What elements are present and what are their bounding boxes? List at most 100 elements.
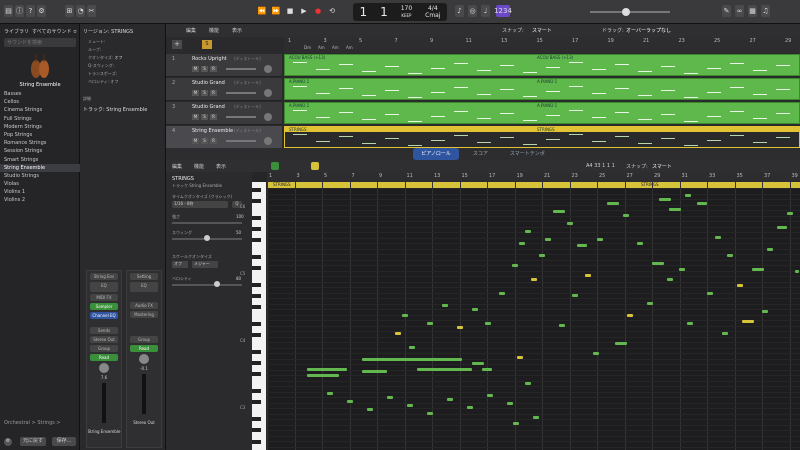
- black-key[interactable]: [252, 428, 261, 433]
- midi-note[interactable]: [667, 278, 673, 281]
- midi-note[interactable]: [472, 308, 478, 311]
- library-item[interactable]: Basses: [0, 90, 80, 98]
- midi-note[interactable]: [637, 242, 643, 245]
- black-key[interactable]: [252, 266, 261, 270]
- volume-fader[interactable]: [142, 374, 146, 414]
- eq-slot[interactable]: EQ: [130, 282, 158, 292]
- master-volume-knob[interactable]: [622, 8, 630, 16]
- library-item[interactable]: Modern Strings: [0, 123, 80, 131]
- track-header[interactable]: 3 Studio Grand (ディストール) M S R: [166, 102, 282, 125]
- midi-note[interactable]: [402, 314, 408, 317]
- inspector-icon[interactable]: ⓘ: [15, 5, 24, 17]
- midi-note[interactable]: [722, 332, 728, 335]
- edit-menu[interactable]: 編集: [186, 27, 196, 34]
- midi-note[interactable]: [559, 324, 565, 327]
- editors-icon[interactable]: ✂: [87, 5, 96, 17]
- bar-ruler[interactable]: 1 3 5 7 9 11 13 15 17 19 21 23 25 27 29 Dm Am Am Am: [284, 37, 800, 53]
- midi-note[interactable]: [307, 374, 339, 377]
- black-key[interactable]: [252, 350, 261, 354]
- midi-note[interactable]: [623, 214, 629, 217]
- midi-note[interactable]: [685, 194, 691, 197]
- midi-note[interactable]: [742, 320, 754, 323]
- save-button[interactable]: 保存...: [52, 437, 76, 446]
- midi-note[interactable]: [362, 370, 387, 373]
- midi-note[interactable]: [697, 202, 707, 205]
- region[interactable]: A.PIANO 1 A.PIANO 1: [284, 78, 800, 100]
- editor-tab[interactable]: スコア: [465, 148, 496, 160]
- region[interactable]: ACOU BASS (+13) ACOU BASS (+13): [284, 54, 800, 76]
- mastering-slot[interactable]: Mastering: [130, 311, 158, 318]
- setting-slot[interactable]: String Ens: [90, 273, 118, 280]
- settings-icon[interactable]: ⚙: [4, 438, 12, 446]
- solo-button[interactable]: S: [201, 114, 208, 120]
- black-key[interactable]: [252, 439, 261, 444]
- midi-note[interactable]: [545, 238, 551, 241]
- track-header[interactable]: 4 String Ensemble (ディストール) M S R: [166, 126, 282, 149]
- output-slot[interactable]: Stereo Out: [90, 336, 118, 343]
- midi-note[interactable]: [659, 198, 671, 201]
- midi-note[interactable]: [395, 332, 401, 335]
- track-inspector-title[interactable]: トラック: String Ensemble: [83, 106, 147, 113]
- library-search-input[interactable]: [4, 38, 76, 47]
- midi-note[interactable]: [669, 208, 681, 211]
- revert-button[interactable]: 元に戻す: [20, 437, 46, 446]
- black-key[interactable]: [252, 305, 261, 310]
- midi-note[interactable]: [367, 408, 373, 411]
- lcd-badge[interactable]: 1234: [494, 5, 512, 17]
- browser-icon[interactable]: ▦: [748, 5, 757, 17]
- lcd-display[interactable]: 1 1 170 KEEP 4/4 Cmaj: [353, 3, 447, 21]
- midi-note[interactable]: [627, 314, 633, 317]
- catch-icon[interactable]: [311, 162, 319, 170]
- solo-button[interactable]: S: [201, 138, 208, 144]
- midi-note[interactable]: [512, 264, 518, 267]
- swing-knob[interactable]: [204, 235, 210, 241]
- midi-note[interactable]: [727, 254, 733, 257]
- volume-fader[interactable]: [102, 383, 106, 423]
- piano-ruler[interactable]: 1 3 5 7 9 11 13 15 17 19 21 23 25 27 29 31 33 35 37 39: [267, 172, 800, 182]
- record-icon[interactable]: ●: [312, 5, 324, 17]
- library-item[interactable]: Smart Strings: [0, 156, 80, 164]
- black-key[interactable]: [252, 238, 261, 242]
- audio-fx-slot[interactable]: Audio FX: [130, 302, 158, 309]
- midi-note[interactable]: [795, 270, 799, 273]
- track-volume-slider[interactable]: [226, 92, 256, 94]
- automation-mode[interactable]: Read: [130, 345, 158, 352]
- midi-note[interactable]: [447, 398, 453, 401]
- library-item[interactable]: Violins 2: [0, 196, 80, 204]
- tuner-icon[interactable]: ♪: [455, 5, 464, 17]
- black-key[interactable]: [252, 282, 261, 287]
- media-icon[interactable]: ♫: [761, 5, 770, 17]
- region-inspector-title[interactable]: リージョン: STRINGS: [83, 28, 133, 35]
- all-sounds-tab[interactable]: すべてのサウンド ≎: [32, 28, 77, 35]
- midi-note[interactable]: [362, 358, 422, 361]
- mute-button[interactable]: M: [192, 66, 199, 72]
- master-volume-slider[interactable]: [590, 11, 670, 13]
- midi-note[interactable]: [457, 326, 463, 329]
- midi-note[interactable]: [427, 322, 433, 325]
- midi-note[interactable]: [407, 404, 413, 407]
- library-tab[interactable]: ライブラリ: [4, 28, 29, 35]
- track-header[interactable]: 2 Studio Grand (ディストール) M S R: [166, 78, 282, 101]
- library-item[interactable]: Cinema Strings: [0, 106, 80, 114]
- midi-note[interactable]: [577, 244, 587, 247]
- add-track-icon[interactable]: +: [172, 40, 182, 49]
- black-key[interactable]: [252, 226, 261, 231]
- midi-note[interactable]: [597, 238, 603, 241]
- solo-button[interactable]: S: [201, 66, 208, 72]
- mute-button[interactable]: M: [192, 138, 199, 144]
- midi-note[interactable]: [487, 394, 493, 397]
- instrument-slot[interactable]: Sampler: [90, 303, 118, 310]
- midi-note[interactable]: [417, 358, 462, 361]
- functions-menu[interactable]: 機能: [194, 163, 204, 170]
- midi-note[interactable]: [499, 292, 505, 295]
- library-item[interactable]: String Ensemble: [0, 163, 80, 172]
- midi-note[interactable]: [737, 284, 743, 287]
- view-menu[interactable]: 表示: [232, 27, 242, 34]
- midi-note[interactable]: [593, 352, 599, 355]
- midi-note[interactable]: [347, 400, 353, 403]
- velocity-knob[interactable]: [214, 281, 220, 287]
- midi-note[interactable]: [585, 274, 591, 277]
- stop-icon[interactable]: ■: [284, 5, 296, 17]
- library-item[interactable]: Studio Strings: [0, 172, 80, 180]
- midi-note[interactable]: [762, 310, 768, 313]
